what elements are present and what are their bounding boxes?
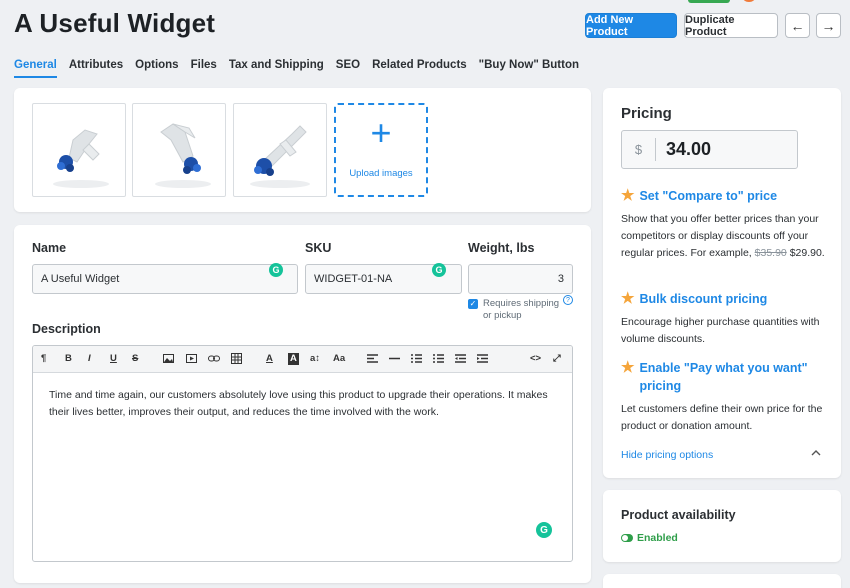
name-input[interactable]: A Useful Widget: [32, 264, 298, 294]
tab-files[interactable]: Files: [191, 59, 217, 78]
pay-what-you-want-link[interactable]: ★ Enable "Pay what you want" pricing: [621, 359, 808, 395]
page-title: A Useful Widget: [14, 8, 216, 38]
old-price: $35.90: [754, 247, 787, 259]
sku-label: SKU: [305, 241, 332, 255]
name-label: Name: [32, 241, 67, 255]
prev-product-button[interactable]: ←: [785, 13, 810, 38]
horizontal-line-icon[interactable]: [389, 354, 400, 363]
upload-images-label: Upload images: [349, 168, 413, 179]
images-card: + Upload images: [14, 88, 591, 212]
currency-symbol: $: [622, 138, 656, 161]
requires-shipping-label-2: or pickup: [483, 310, 522, 321]
font-size-icon[interactable]: a↕: [310, 353, 320, 365]
bulk-discount-desc: Encourage higher purchase quantities wit…: [621, 316, 820, 345]
arrow-left-icon: ←: [790, 17, 805, 34]
tab-tax-shipping[interactable]: Tax and Shipping: [229, 59, 324, 78]
insert-video-icon[interactable]: [186, 354, 197, 363]
compare-to-price-link[interactable]: ★ Set "Compare to" price: [621, 187, 777, 205]
unordered-list-icon[interactable]: [433, 354, 444, 363]
grammarly-icon[interactable]: G: [536, 522, 552, 538]
paragraph-format-icon[interactable]: ¶: [41, 353, 46, 365]
strikethrough-icon[interactable]: S: [132, 353, 138, 365]
pricing-card: Pricing $ 34.00 ★ Set "Compare to" price…: [603, 88, 841, 478]
align-left-icon[interactable]: [367, 354, 378, 363]
requires-shipping-label-1: Requires shipping: [483, 298, 560, 309]
product-image-3[interactable]: [233, 103, 327, 197]
pwyw-title-2: pricing: [639, 379, 682, 393]
general-fields-card: Name A Useful Widget G SKU WIDGET-01-NA …: [14, 225, 591, 583]
add-new-product-button[interactable]: Add New Product: [585, 13, 677, 38]
bold-icon[interactable]: B: [65, 353, 72, 365]
widget-image-1: [53, 129, 109, 188]
insert-image-icon[interactable]: [163, 354, 174, 363]
font-family-icon[interactable]: Aa: [333, 353, 345, 365]
pay-what-you-want-desc: Let customers define their own price for…: [621, 403, 823, 432]
product-image-1[interactable]: [32, 103, 126, 197]
checkmark-icon: ✓: [468, 299, 478, 309]
widget-image-3: [250, 125, 310, 188]
grammarly-icon: G: [432, 263, 446, 277]
arrow-right-icon: →: [821, 17, 836, 34]
description-editor[interactable]: ¶ B I U S A A a↕ Aa <> ⤢ Time and time a…: [32, 345, 573, 562]
availability-title: Product availability: [621, 508, 736, 522]
help-icon[interactable]: ?: [563, 295, 573, 305]
tab-related-products[interactable]: Related Products: [372, 59, 467, 78]
fullscreen-icon[interactable]: ⤢: [553, 353, 561, 365]
tab-bar: General Attributes Options Files Tax and…: [14, 59, 579, 78]
hide-pricing-options-link[interactable]: Hide pricing options: [621, 449, 713, 461]
star-icon: ★: [621, 290, 635, 307]
tab-attributes[interactable]: Attributes: [69, 59, 123, 78]
pricing-title: Pricing: [621, 105, 672, 122]
font-color-icon[interactable]: A: [266, 353, 273, 365]
background-color-icon[interactable]: A: [288, 353, 299, 365]
upload-images-button[interactable]: + Upload images: [334, 103, 428, 197]
star-icon: ★: [621, 359, 635, 376]
widget-image-2: [155, 123, 211, 188]
toggle-icon: [621, 534, 633, 542]
underline-icon[interactable]: U: [110, 353, 117, 365]
next-product-button[interactable]: →: [816, 13, 841, 38]
compare-to-price-title: Set "Compare to" price: [639, 189, 778, 203]
star-icon: ★: [621, 187, 635, 204]
price-value: 34.00: [666, 139, 712, 159]
bulk-discount-link[interactable]: ★ Bulk discount pricing: [621, 290, 767, 308]
ordered-list-icon[interactable]: [411, 354, 422, 363]
next-card: [603, 574, 841, 588]
chevron-up-icon[interactable]: [810, 447, 822, 459]
tab-general[interactable]: General: [14, 59, 57, 78]
indent-icon[interactable]: [477, 354, 488, 363]
outdent-icon[interactable]: [455, 354, 466, 363]
top-actions-clip: [688, 0, 758, 4]
tab-buy-now-button[interactable]: "Buy Now" Button: [479, 59, 579, 78]
plus-icon: +: [370, 112, 392, 153]
tab-options[interactable]: Options: [135, 59, 178, 78]
description-text[interactable]: Time and time again, our customers absol…: [33, 373, 572, 435]
availability-toggle[interactable]: Enabled: [621, 532, 678, 544]
availability-card: Product availability Enabled: [603, 490, 841, 562]
description-label: Description: [32, 322, 101, 336]
weight-input[interactable]: 3: [468, 264, 573, 294]
new-price: $29.90.: [789, 247, 825, 259]
product-image-2[interactable]: [132, 103, 226, 197]
insert-table-icon[interactable]: [231, 353, 242, 364]
bulk-discount-title: Bulk discount pricing: [639, 292, 768, 306]
grammarly-icon: G: [269, 263, 283, 277]
italic-icon[interactable]: I: [88, 353, 91, 365]
compare-to-price-desc: Show that you offer better prices than y…: [621, 211, 831, 262]
insert-link-icon[interactable]: [208, 354, 220, 363]
pwyw-title-1: Enable "Pay what you want": [639, 361, 808, 375]
duplicate-product-button[interactable]: Duplicate Product: [684, 13, 778, 38]
price-input[interactable]: $ 34.00: [621, 130, 798, 169]
availability-status: Enabled: [637, 532, 678, 544]
code-view-icon[interactable]: <>: [530, 353, 541, 365]
requires-shipping-checkbox[interactable]: ✓ Requires shipping or pickup: [468, 298, 559, 322]
tab-seo[interactable]: SEO: [336, 59, 360, 78]
editor-toolbar: ¶ B I U S A A a↕ Aa <> ⤢: [33, 346, 572, 373]
weight-label: Weight, lbs: [468, 241, 535, 255]
